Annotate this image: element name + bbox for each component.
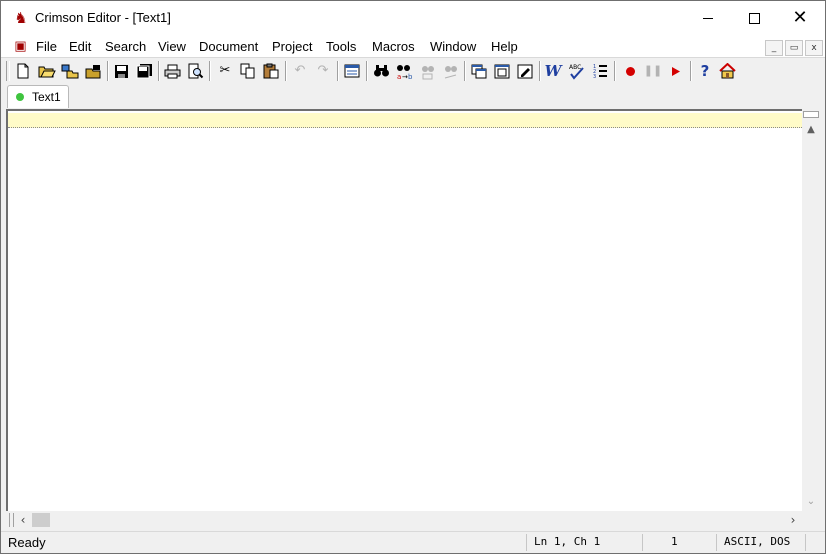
svg-text:a: a	[397, 73, 401, 80]
cut-icon[interactable]: ✂	[215, 61, 235, 81]
mdi-restore-button[interactable]: ▭	[785, 40, 803, 56]
close-file-icon[interactable]	[83, 61, 103, 81]
toolbar: ✂ ↶ ↷ a → b W ABC 1 2 3 ❚❚ ?	[1, 57, 825, 85]
vertical-splitter[interactable]	[803, 111, 819, 118]
close-button[interactable]: ✕	[777, 1, 823, 35]
document-tab-bar: Text1	[1, 84, 825, 109]
vertical-scrollbar[interactable]: ▲ ⌄	[802, 109, 820, 511]
close-icon: ✕	[792, 7, 808, 28]
status-divider	[716, 534, 717, 551]
tab-text1[interactable]: Text1	[7, 85, 69, 108]
record-macro-icon[interactable]	[620, 61, 640, 81]
status-column: 1	[671, 535, 678, 548]
window-title: Crimson Editor - [Text1]	[35, 10, 171, 25]
toolbar-separator	[337, 61, 339, 81]
replace-in-files-icon[interactable]	[440, 61, 460, 81]
toggle-view-icon[interactable]	[342, 61, 362, 81]
horizontal-scrollbar[interactable]: ‹ ›	[6, 511, 802, 529]
help-icon[interactable]: ?	[695, 61, 715, 81]
menu-view[interactable]: View	[158, 39, 186, 54]
status-divider	[526, 534, 527, 551]
status-bar: Ready Ln 1, Ch 1 1 ASCII, DOS	[1, 531, 825, 553]
maximize-icon	[748, 12, 760, 24]
menu-tools[interactable]: Tools	[326, 39, 356, 54]
status-divider	[805, 534, 806, 551]
new-file-icon[interactable]	[13, 61, 33, 81]
toolbar-separator	[158, 61, 160, 81]
toolbar-separator	[285, 61, 287, 81]
title-bar[interactable]: ♞ Crimson Editor - [Text1] ✕	[1, 1, 825, 35]
save-all-icon[interactable]	[134, 61, 154, 81]
toolbar-separator	[614, 61, 616, 81]
menu-edit[interactable]: Edit	[69, 39, 91, 54]
find-in-files-icon[interactable]	[417, 61, 437, 81]
pause-macro-icon[interactable]: ❚❚	[643, 61, 663, 81]
app-window: ♞ Crimson Editor - [Text1] ✕ ▣ File Edit…	[0, 0, 826, 554]
scroll-up-icon[interactable]: ▲	[802, 121, 820, 139]
svg-text:ABC: ABC	[569, 64, 581, 71]
current-line-highlight[interactable]	[8, 113, 802, 128]
mdi-minimize-button[interactable]: _	[765, 40, 783, 56]
copy-icon[interactable]	[238, 61, 258, 81]
toolbar-grip[interactable]	[6, 61, 10, 81]
svg-text:3: 3	[593, 74, 596, 79]
redo-icon[interactable]: ↷	[313, 61, 333, 81]
status-cursor-position: Ln 1, Ch 1	[534, 535, 601, 548]
minimize-icon	[703, 17, 713, 19]
toolbar-separator	[539, 61, 541, 81]
open-folder-icon[interactable]	[37, 61, 57, 81]
menu-document[interactable]: Document	[199, 39, 258, 54]
tab-label: Text1	[32, 90, 61, 104]
play-macro-icon[interactable]	[666, 61, 686, 81]
word-wrap-icon[interactable]: W	[543, 61, 563, 81]
text-editor-area[interactable]	[6, 109, 802, 511]
status-encoding: ASCII, DOS	[724, 535, 791, 548]
mdi-close-button[interactable]: x	[805, 40, 823, 56]
undo-icon[interactable]: ↶	[290, 61, 310, 81]
maximize-button[interactable]	[731, 1, 777, 35]
menu-macros[interactable]: Macros	[372, 39, 415, 54]
spell-check-icon[interactable]: ABC	[566, 61, 586, 81]
status-message: Ready	[8, 535, 46, 550]
crimson-editor-app-icon[interactable]: ♞	[13, 11, 29, 27]
horizontal-scroll-thumb[interactable]	[32, 513, 50, 527]
svg-text:b: b	[408, 73, 413, 80]
document-menu-icon[interactable]: ▣	[14, 38, 27, 53]
scroll-down-icon[interactable]: ⌄	[802, 493, 820, 511]
menu-window[interactable]: Window	[430, 39, 476, 54]
replace-icon[interactable]: a → b	[394, 61, 414, 81]
paste-icon[interactable]	[261, 61, 281, 81]
line-numbers-icon[interactable]: 123	[590, 61, 610, 81]
minimize-button[interactable]	[685, 1, 731, 35]
menu-bar: ▣ File Edit Search View Document Project…	[1, 35, 825, 57]
menu-search[interactable]: Search	[105, 39, 146, 54]
tab-status-dot-icon	[16, 93, 24, 101]
toolbar-separator	[209, 61, 211, 81]
menu-help[interactable]: Help	[491, 39, 518, 54]
toolbar-separator	[366, 61, 368, 81]
toolbar-separator	[464, 61, 466, 81]
toolbar-separator	[107, 61, 109, 81]
open-remote-icon[interactable]	[60, 61, 80, 81]
menu-file[interactable]: File	[36, 39, 57, 54]
horizontal-splitter[interactable]	[9, 513, 14, 527]
print-icon[interactable]	[162, 61, 182, 81]
menu-project[interactable]: Project	[272, 39, 312, 54]
window-tile-icon[interactable]	[492, 61, 512, 81]
home-icon[interactable]	[717, 61, 737, 81]
print-preview-icon[interactable]	[185, 61, 205, 81]
find-binoculars-icon[interactable]	[371, 61, 391, 81]
scroll-left-icon[interactable]: ‹	[16, 511, 30, 529]
window-cascade-icon[interactable]	[469, 61, 489, 81]
save-icon[interactable]	[111, 61, 131, 81]
toolbar-separator	[690, 61, 692, 81]
scroll-right-icon[interactable]: ›	[786, 511, 800, 529]
status-divider	[642, 534, 643, 551]
window-pen-icon[interactable]	[515, 61, 535, 81]
